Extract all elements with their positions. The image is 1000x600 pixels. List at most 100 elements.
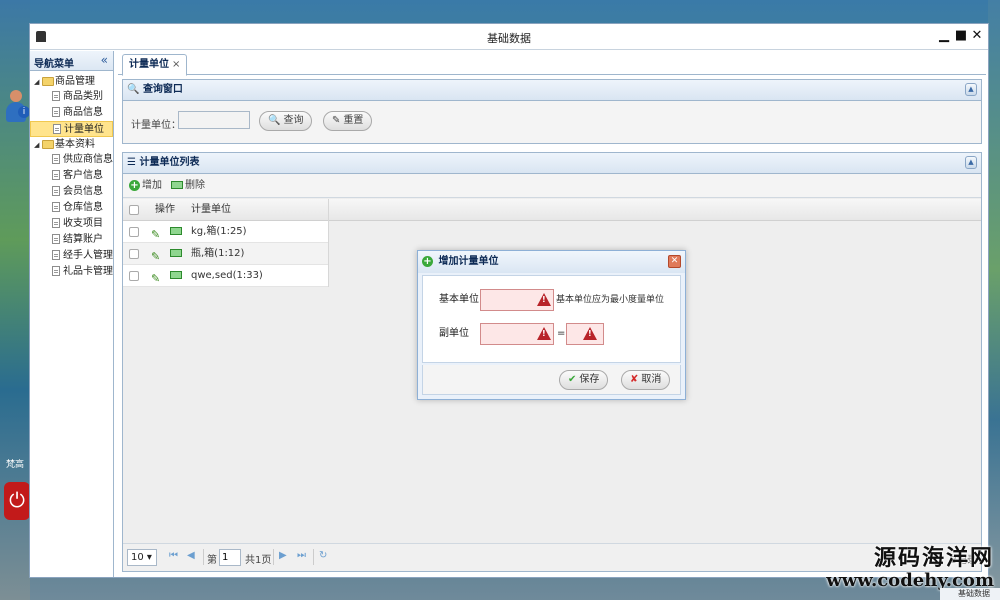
sidebar-item-label: 供应商信息 (63, 154, 113, 165)
edit-pencil-icon[interactable]: ✎ (151, 268, 160, 290)
row-delete-icon[interactable] (170, 271, 182, 279)
sub-unit-input[interactable] (480, 323, 554, 345)
dialog-close-icon[interactable]: ✕ (668, 255, 681, 268)
sidebar-item-income-expense[interactable]: 收支项目 (30, 216, 113, 232)
search-button[interactable]: 🔍 查询 (259, 111, 313, 131)
sidebar-item-goods-info[interactable]: 商品信息 (30, 105, 113, 121)
expand-arrow-icon[interactable]: ◢ (34, 138, 42, 153)
page-size-value: 10 (131, 552, 144, 563)
collapse-sidebar-icon[interactable]: « (101, 53, 108, 67)
page-prefix-label: 第 (207, 555, 217, 566)
sidebar-item-member[interactable]: 会员信息 (30, 184, 113, 200)
dialog-footer: ✔ 保存 ✘ 取消 (422, 365, 681, 395)
sidebar-item-supplier[interactable]: 供应商信息 (30, 152, 113, 168)
sidebar-item-label: 会员信息 (63, 186, 103, 197)
sidebar-item-account[interactable]: 结算账户 (30, 232, 113, 248)
tree-group-goods[interactable]: ◢ 商品管理 (30, 74, 113, 89)
prev-page-icon[interactable]: ◀ (187, 550, 195, 561)
pager-divider (273, 549, 274, 565)
expand-arrow-icon[interactable]: ◢ (34, 75, 42, 90)
cancel-button[interactable]: ✘ 取消 (621, 370, 671, 390)
sidebar-item-label: 计量单位 (64, 124, 104, 135)
row-checkbox[interactable] (129, 271, 139, 281)
user-avatar-icon[interactable]: i (4, 88, 30, 128)
table-row[interactable]: ✎ kg,箱(1:25) (123, 221, 328, 243)
table-row[interactable]: ✎ 瓶,箱(1:12) (123, 243, 328, 265)
list-toolbar: + 增加 删除 (123, 174, 981, 198)
collapse-query-icon[interactable]: ▲ (965, 83, 977, 96)
add-button[interactable]: + 增加 (129, 179, 162, 193)
row-checkbox[interactable] (129, 249, 139, 259)
last-page-icon[interactable]: ⏭ (297, 550, 306, 561)
page-size-select[interactable]: 10 ▾ (127, 549, 157, 566)
base-unit-input[interactable] (480, 289, 554, 311)
sidebar-item-handler[interactable]: 经手人管理 (30, 248, 113, 264)
refresh-icon[interactable]: ↻ (319, 550, 327, 561)
sidebar-item-customer[interactable]: 客户信息 (30, 168, 113, 184)
document-icon (52, 186, 60, 196)
maximize-button[interactable]: ■ (953, 28, 969, 44)
sidebar-item-unit[interactable]: 计量单位 (30, 121, 113, 137)
collapse-list-icon[interactable]: ▲ (965, 156, 977, 169)
dialog-form: 基本单位 基本单位应为最小度量单位 副单位 = (422, 275, 681, 363)
list-panel-title: 计量单位列表 (139, 157, 200, 168)
base-unit-label: 基本单位 (439, 294, 479, 305)
sidebar-item-gift-card[interactable]: 礼品卡管理 (30, 264, 113, 280)
select-all-checkbox[interactable] (129, 205, 139, 215)
tree-group-basic[interactable]: ◢ 基本资料 (30, 137, 113, 152)
warning-icon (537, 327, 551, 340)
close-window-button[interactable]: ✕ (969, 28, 985, 44)
magnifier-icon: 🔍 (127, 84, 140, 95)
sub-unit-label: 副单位 (439, 328, 469, 339)
unit-cell: qwe,sed(1:33) (191, 270, 263, 281)
col-header-action: 操作 (155, 204, 175, 215)
page-number-input[interactable] (219, 549, 241, 566)
tab-close-icon[interactable]: × (172, 59, 180, 70)
unit-field-label: 计量单位： (131, 120, 181, 131)
taskbar-app-item[interactable]: 基础数据 (940, 588, 1000, 600)
document-icon (52, 234, 60, 244)
first-page-icon[interactable]: ⏮ (169, 550, 178, 561)
row-delete-icon[interactable] (170, 227, 182, 235)
add-button-label: 增加 (142, 180, 162, 191)
pager-divider (203, 549, 204, 565)
sidebar-item-label: 商品类别 (63, 91, 103, 102)
unit-search-input[interactable] (178, 111, 250, 129)
desktop-right-strip (988, 0, 1000, 600)
desktop-user-label: 梵高 (6, 460, 25, 470)
folder-icon (42, 76, 54, 86)
dialog-header: + 增加计量单位 ✕ (418, 251, 685, 273)
save-button-label: 保存 (579, 374, 600, 385)
add-icon: + (129, 179, 140, 191)
tab-label: 计量单位 (129, 59, 169, 70)
document-icon (52, 250, 60, 260)
checkmark-icon: ✔ (568, 374, 577, 385)
save-button[interactable]: ✔ 保存 (559, 370, 609, 390)
row-checkbox[interactable] (129, 227, 139, 237)
ratio-input[interactable] (566, 323, 604, 345)
row-delete-icon[interactable] (170, 249, 182, 257)
next-page-icon[interactable]: ▶ (279, 550, 287, 561)
power-icon[interactable]: ⏻ (4, 482, 30, 520)
tab-unit[interactable]: 计量单位 × (122, 54, 188, 76)
cancel-button-label: 取消 (641, 374, 662, 385)
reset-button-label: 重置 (343, 115, 364, 126)
unit-cell: kg,箱(1:25) (191, 226, 247, 237)
table-row[interactable]: ✎ qwe,sed(1:33) (123, 265, 328, 287)
sidebar-item-label: 收支项目 (63, 218, 103, 229)
minimize-button[interactable]: ▁ (936, 28, 952, 44)
search-icon: 🔍 (268, 115, 281, 126)
titlebar: 基础数据 ▁ ■ ✕ (30, 24, 988, 50)
sidebar-item-label: 商品信息 (63, 107, 103, 118)
grid-header-filler (329, 199, 981, 221)
watermark-line1: 源码海洋网 (873, 545, 994, 571)
sidebar-item-label: 客户信息 (63, 170, 103, 181)
tab-bar: 计量单位 × (118, 51, 986, 76)
reset-button[interactable]: ✎ 重置 (323, 111, 373, 131)
sidebar-item-label: 经手人管理 (63, 250, 113, 261)
sidebar-item-goods-category[interactable]: 商品类别 (30, 89, 113, 105)
delete-button[interactable]: 删除 (171, 179, 205, 193)
sidebar-item-warehouse[interactable]: 仓库信息 (30, 200, 113, 216)
document-icon (53, 124, 61, 134)
document-icon (52, 202, 60, 212)
